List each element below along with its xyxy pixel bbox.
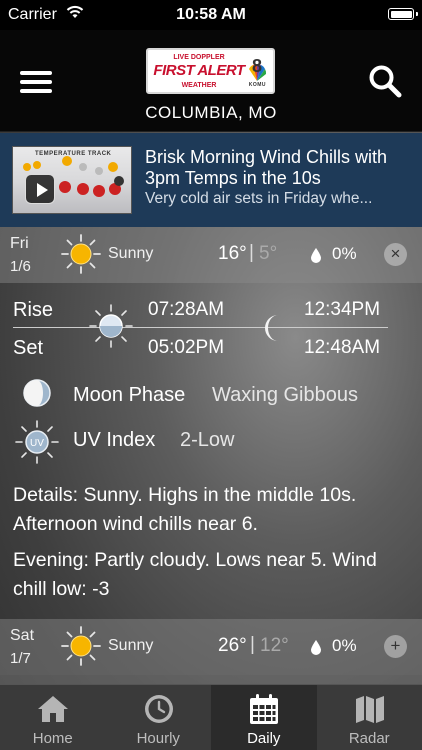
next-forecast-row-partial <box>0 675 422 684</box>
day-date: 1/7 <box>10 650 31 667</box>
precip-chance: 0% <box>332 244 357 263</box>
tab-label: Hourly <box>136 730 180 747</box>
clock-time: 10:58 AM <box>176 6 246 23</box>
forecast-details-text: Details: Sunny. Highs in the middle 10s.… <box>13 484 357 535</box>
rise-label: Rise <box>13 299 54 321</box>
sunny-icon <box>61 234 101 274</box>
play-icon <box>37 183 48 197</box>
play-button[interactable] <box>25 174 55 204</box>
logo-top-text: LIVE DOPPLER <box>173 54 225 61</box>
moon-phase-icon <box>23 379 51 407</box>
channel-number: 8 <box>251 56 262 76</box>
uv-index-label: UV Index <box>73 429 156 451</box>
video-thumbnail[interactable]: TEMPERATURE TRACK <box>12 146 132 214</box>
uv-icon-text: UV <box>30 438 44 449</box>
map-icon <box>355 696 384 723</box>
day-details-panel: Rise Set 07:28AM 05:02PM 12:34PM 12:48AM… <box>0 283 422 619</box>
sunrise-icon <box>89 304 133 348</box>
status-bar: Carrier 10:58 AM <box>0 0 422 30</box>
temp-separator: | <box>250 634 255 655</box>
close-icon: × <box>390 244 401 263</box>
raindrop-icon <box>311 640 321 655</box>
news-headline[interactable]: Brisk Morning Wind Chills with 3pm Temps… <box>145 147 415 189</box>
tab-home[interactable]: Home <box>0 685 106 750</box>
precip-chance: 0% <box>332 636 357 655</box>
set-label: Set <box>13 337 44 359</box>
home-icon <box>38 696 68 722</box>
call-letters: KOMU <box>248 82 266 88</box>
sunrise-time: 07:28AM <box>148 299 225 320</box>
raindrop-icon <box>311 248 321 263</box>
menu-bar-icon <box>20 89 52 93</box>
logo-bottom-text: WEATHER <box>181 82 217 89</box>
tab-hourly[interactable]: Hourly <box>106 685 212 750</box>
tab-label: Radar <box>348 730 390 747</box>
moonset-time: 12:48AM <box>304 337 381 358</box>
day-condition: Sunny <box>108 245 154 262</box>
evening-forecast-text: Evening: Partly cloudy. Lows near 5. Win… <box>13 549 377 600</box>
news-summary: Very cold air sets in Friday whe... <box>145 190 373 207</box>
day-condition: Sunny <box>108 637 154 654</box>
news-story-banner[interactable]: TEMPERATURE TRACK Brisk Morning Wind Chi… <box>0 133 422 227</box>
plus-icon: + <box>390 636 401 655</box>
sunny-icon <box>61 626 101 666</box>
moon-phase-value: Waxing Gibbous <box>212 384 358 406</box>
station-logo: LIVE DOPPLER FIRST ALERT WEATHER 8 KOMU <box>146 48 275 94</box>
menu-bar-icon <box>20 80 52 84</box>
sunset-time: 05:02PM <box>148 337 225 358</box>
moon-phase-label: Moon Phase <box>73 384 186 406</box>
battery-icon <box>388 8 418 20</box>
channel-badge: 8 KOMU <box>245 55 269 89</box>
day-name: Fri <box>10 235 29 252</box>
search-icon[interactable] <box>368 64 402 98</box>
menu-bar-icon <box>20 71 52 75</box>
day-date: 1/6 <box>10 258 31 275</box>
tab-label: Daily <box>247 730 281 747</box>
collapse-button[interactable]: × <box>384 243 407 266</box>
daily-forecast-row[interactable]: Fri 1/6 Sunny 16° | 5° 0% × <box>0 227 422 283</box>
menu-button[interactable] <box>20 71 52 93</box>
moon-icon <box>265 315 278 341</box>
expand-button[interactable]: + <box>384 635 407 658</box>
horizon-divider <box>13 327 388 328</box>
day-name: Sat <box>10 627 35 644</box>
uv-index-icon: UV <box>15 420 59 464</box>
calendar-icon <box>250 694 278 724</box>
tab-radar[interactable]: Radar <box>317 685 422 750</box>
daily-forecast-row[interactable]: Sat 1/7 Sunny 26° | 12° 0% + <box>0 619 422 675</box>
low-temp: 12° <box>260 635 289 656</box>
bottom-tab-bar: Home Hourly Daily Radar <box>0 684 422 750</box>
app-header: LIVE DOPPLER FIRST ALERT WEATHER 8 KOMU … <box>0 30 422 132</box>
uv-index-value: 2-Low <box>180 429 235 451</box>
high-temp: 26° <box>218 635 247 656</box>
temp-separator: | <box>249 242 254 263</box>
logo-main-text: FIRST ALERT <box>153 62 245 79</box>
clock-icon <box>144 695 173 723</box>
tab-label: Home <box>32 730 73 747</box>
tab-daily[interactable]: Daily <box>211 685 317 750</box>
moonrise-time: 12:34PM <box>304 299 381 320</box>
low-temp: 5° <box>259 243 278 264</box>
location-label: COLUMBIA, MO <box>145 103 277 122</box>
high-temp: 16° <box>218 243 247 264</box>
